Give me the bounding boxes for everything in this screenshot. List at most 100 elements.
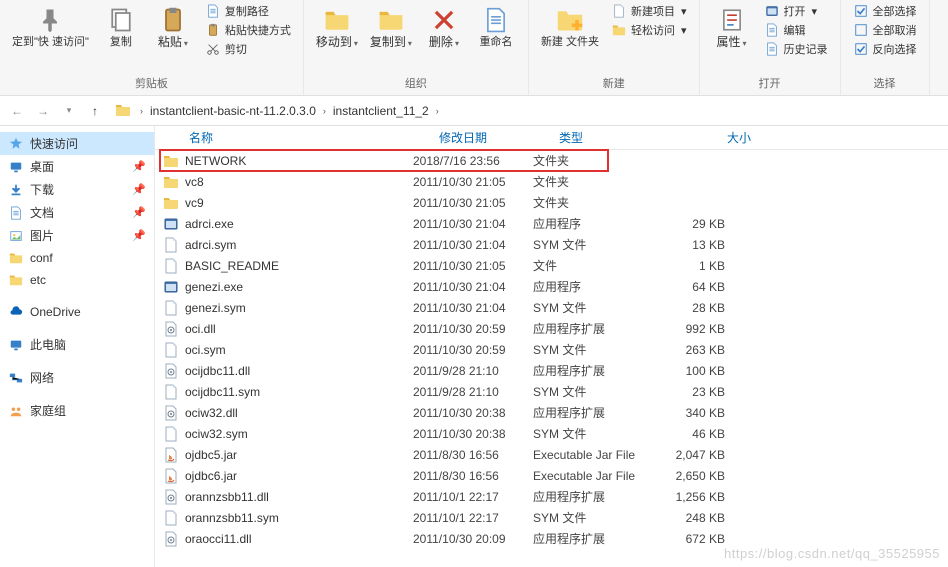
cut-button[interactable]: 剪切: [201, 40, 295, 58]
file-type: 文件夹: [533, 152, 653, 169]
file-type: SYM 文件: [533, 341, 653, 358]
jar-icon: [163, 468, 181, 484]
chevron-right-icon[interactable]: ›: [137, 106, 146, 116]
chevron-right-icon[interactable]: ›: [433, 106, 442, 116]
pin-icon: 📌: [132, 229, 146, 242]
file-row[interactable]: adrci.exe2011/10/30 21:04应用程序29 KB: [155, 213, 948, 234]
properties-button[interactable]: 属性▾: [708, 2, 756, 52]
file-row[interactable]: genezi.exe2011/10/30 21:04应用程序64 KB: [155, 276, 948, 297]
file-name: adrci.sym: [185, 238, 413, 252]
file-type: 文件夹: [533, 173, 653, 190]
easy-access-button[interactable]: 轻松访问▾: [607, 21, 691, 39]
file-size: 29 KB: [653, 217, 733, 231]
file-row[interactable]: adrci.sym2011/10/30 21:04SYM 文件13 KB: [155, 234, 948, 255]
file-size: 2,650 KB: [653, 469, 733, 483]
nav-etc[interactable]: etc: [0, 269, 154, 291]
file-date: 2011/10/1 22:17: [413, 511, 533, 525]
file-icon: [163, 342, 181, 358]
nav-desktop[interactable]: 桌面📌: [0, 155, 154, 178]
file-name: oci.sym: [185, 343, 413, 357]
nav-homegroup[interactable]: 家庭组: [0, 399, 154, 422]
file-name: adrci.exe: [185, 217, 413, 231]
file-date: 2011/10/30 20:38: [413, 406, 533, 420]
breadcrumb-item[interactable]: instantclient-basic-nt-11.2.0.3.0: [146, 102, 320, 120]
file-row[interactable]: ocijdbc11.sym2011/9/28 21:10SYM 文件23 KB: [155, 381, 948, 402]
col-type[interactable]: 类型: [555, 129, 675, 146]
breadcrumb-item[interactable]: instantclient_11_2: [329, 102, 433, 120]
file-row[interactable]: ojdbc6.jar2011/8/30 16:56Executable Jar …: [155, 465, 948, 486]
file-name: oci.dll: [185, 322, 413, 336]
file-icon: [163, 300, 181, 316]
copy-to-button[interactable]: 复制到▾: [366, 2, 416, 52]
file-name: ocijdbc11.sym: [185, 385, 413, 399]
file-row[interactable]: ojdbc5.jar2011/8/30 16:56Executable Jar …: [155, 444, 948, 465]
nav-documents[interactable]: 文档📌: [0, 201, 154, 224]
file-row[interactable]: oci.dll2011/10/30 20:59应用程序扩展992 KB: [155, 318, 948, 339]
pin-to-quick-access-button[interactable]: 定到"快 速访问": [8, 2, 93, 51]
file-size: 13 KB: [653, 238, 733, 252]
file-row[interactable]: vc82011/10/30 21:05文件夹: [155, 171, 948, 192]
copy-button[interactable]: 复制: [97, 2, 145, 51]
file-type: 应用程序扩展: [533, 320, 653, 337]
file-size: 263 KB: [653, 343, 733, 357]
file-row[interactable]: ociw32.sym2011/10/30 20:38SYM 文件46 KB: [155, 423, 948, 444]
nav-network[interactable]: 网络: [0, 366, 154, 389]
ribbon-group-select: 全部选择 全部取消 反向选择 选择: [841, 0, 930, 95]
select-none-button[interactable]: 全部取消: [849, 21, 921, 39]
file-size: 1,256 KB: [653, 490, 733, 504]
up-button[interactable]: ↑: [84, 100, 106, 122]
recent-button[interactable]: ▾: [58, 100, 80, 122]
file-date: 2011/8/30 16:56: [413, 448, 533, 462]
col-size[interactable]: 大小: [675, 129, 755, 146]
open-button[interactable]: 打开▾: [760, 2, 832, 20]
file-row[interactable]: ociw32.dll2011/10/30 20:38应用程序扩展340 KB: [155, 402, 948, 423]
file-row[interactable]: genezi.sym2011/10/30 21:04SYM 文件28 KB: [155, 297, 948, 318]
dll-icon: [163, 321, 181, 337]
file-type: 应用程序扩展: [533, 362, 653, 379]
file-size: 1 KB: [653, 259, 733, 273]
file-row[interactable]: BASIC_README2011/10/30 21:05文件1 KB: [155, 255, 948, 276]
file-size: 2,047 KB: [653, 448, 733, 462]
back-button[interactable]: ←: [6, 100, 28, 122]
new-folder-button[interactable]: 新建 文件夹: [537, 2, 603, 51]
ribbon-group-label: 剪贴板: [135, 73, 168, 93]
col-date[interactable]: 修改日期: [435, 129, 555, 146]
file-row[interactable]: NETWORK2018/7/16 23:56文件夹: [155, 150, 948, 171]
file-icon: [163, 426, 181, 442]
invert-selection-button[interactable]: 反向选择: [849, 40, 921, 58]
forward-button[interactable]: →: [32, 100, 54, 122]
file-row[interactable]: orannzsbb11.sym2011/10/1 22:17SYM 文件248 …: [155, 507, 948, 528]
copy-path-button[interactable]: 复制路径: [201, 2, 295, 20]
file-date: 2011/10/30 20:38: [413, 427, 533, 441]
file-row[interactable]: vc92011/10/30 21:05文件夹: [155, 192, 948, 213]
nav-pictures[interactable]: 图片📌: [0, 224, 154, 247]
chevron-right-icon[interactable]: ›: [320, 106, 329, 116]
file-row[interactable]: oci.sym2011/10/30 20:59SYM 文件263 KB: [155, 339, 948, 360]
select-all-button[interactable]: 全部选择: [849, 2, 921, 20]
new-item-button[interactable]: 新建项目▾: [607, 2, 691, 20]
edit-button[interactable]: 编辑: [760, 21, 832, 39]
file-row[interactable]: ocijdbc11.dll2011/9/28 21:10应用程序扩展100 KB: [155, 360, 948, 381]
nav-onedrive[interactable]: OneDrive: [0, 301, 154, 323]
file-type: Executable Jar File: [533, 469, 653, 483]
col-name[interactable]: 名称: [185, 129, 435, 146]
file-date: 2011/10/30 21:04: [413, 301, 533, 315]
ribbon-group-label: 新建: [603, 73, 625, 93]
file-row[interactable]: orannzsbb11.dll2011/10/1 22:17应用程序扩展1,25…: [155, 486, 948, 507]
file-icon: [163, 237, 181, 253]
nav-this-pc[interactable]: 此电脑: [0, 333, 154, 356]
nav-downloads[interactable]: 下载📌: [0, 178, 154, 201]
delete-button[interactable]: 删除▾: [420, 2, 468, 52]
move-to-button[interactable]: 移动到▾: [312, 2, 362, 52]
nav-quick-access[interactable]: 快速访问: [0, 132, 154, 155]
history-button[interactable]: 历史记录: [760, 40, 832, 58]
file-date: 2011/10/30 21:05: [413, 196, 533, 210]
paste-shortcut-button[interactable]: 粘贴快捷方式: [201, 21, 295, 39]
ribbon-group-label: 选择: [874, 73, 896, 93]
breadcrumb[interactable]: › instantclient-basic-nt-11.2.0.3.0 › in…: [110, 100, 942, 122]
file-type: 应用程序: [533, 278, 653, 295]
nav-conf[interactable]: conf: [0, 247, 154, 269]
file-type: 文件夹: [533, 194, 653, 211]
paste-button[interactable]: 粘贴▾: [149, 2, 197, 52]
rename-button[interactable]: 重命名: [472, 2, 520, 51]
